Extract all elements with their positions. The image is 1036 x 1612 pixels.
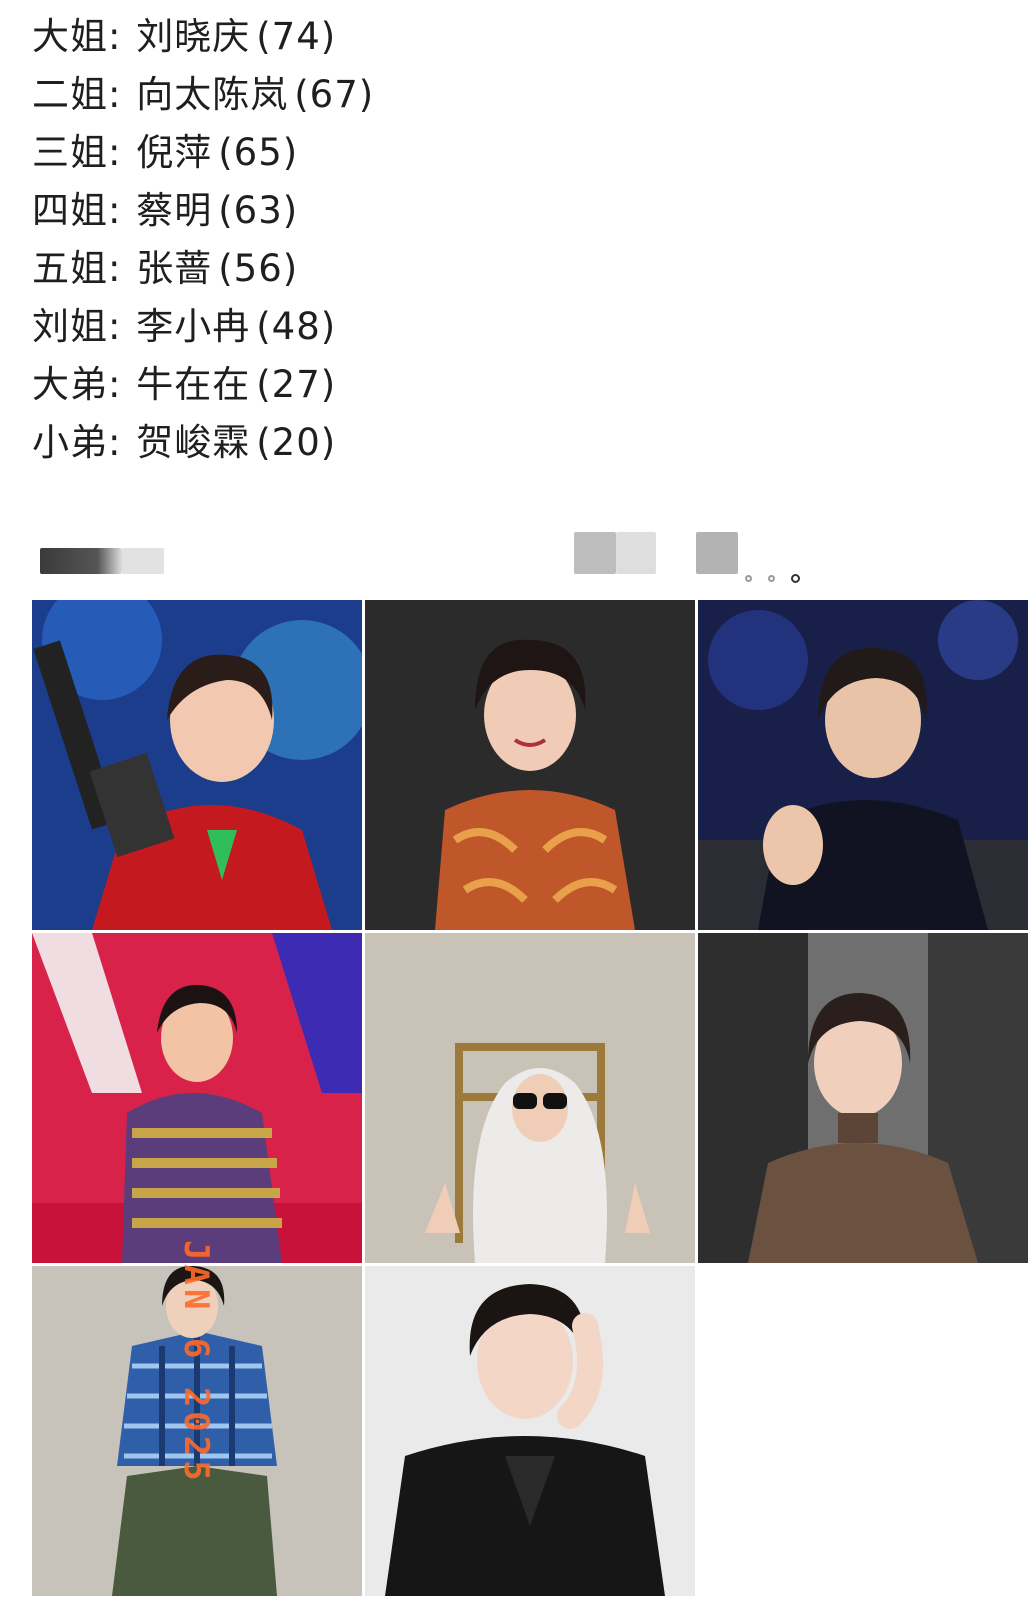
photo-tile[interactable]	[32, 600, 362, 930]
separator: :	[108, 15, 122, 58]
photo-image	[365, 1266, 695, 1596]
redacted-tag	[122, 548, 164, 574]
list-item: 大姐: 刘晓庆 (74)	[32, 8, 374, 66]
separator: :	[108, 305, 122, 348]
list-item: 四姐: 蔡明 (63)	[32, 182, 374, 240]
carousel-dot-active[interactable]	[791, 574, 800, 583]
role-label: 五姐	[32, 247, 108, 290]
person-age: (67)	[294, 73, 375, 116]
role-label: 三姐	[32, 131, 108, 174]
person-name: 李小冉	[136, 305, 251, 348]
separator: :	[108, 73, 122, 116]
role-label: 刘姐	[32, 305, 108, 348]
person-name: 张蔷	[136, 247, 213, 290]
photo-image	[32, 600, 362, 930]
carousel-indicator[interactable]	[745, 574, 800, 583]
date-stamp: JAN 6 2025	[176, 1240, 216, 1485]
role-label: 大姐	[32, 15, 108, 58]
person-age: (63)	[218, 189, 299, 232]
separator: :	[108, 189, 122, 232]
role-label: 小弟	[32, 421, 108, 464]
person-age: (27)	[256, 363, 337, 406]
separator: :	[108, 421, 122, 464]
person-age: (65)	[218, 131, 299, 174]
role-label: 大弟	[32, 363, 108, 406]
person-age: (74)	[256, 15, 337, 58]
redacted-block	[574, 532, 616, 574]
person-name: 倪萍	[136, 131, 213, 174]
redacted-block	[696, 532, 738, 574]
list-item: 二姐: 向太陈岚 (67)	[32, 66, 374, 124]
list-item: 小弟: 贺峻霖 (20)	[32, 414, 374, 472]
carousel-dot[interactable]	[745, 575, 752, 582]
photo-tile[interactable]	[365, 933, 695, 1263]
person-name: 向太陈岚	[136, 73, 289, 116]
carousel-dot[interactable]	[768, 575, 775, 582]
photo-image	[698, 600, 1028, 930]
redacted-username	[40, 548, 122, 574]
list-item: 刘姐: 李小冉 (48)	[32, 298, 374, 356]
photo-image	[32, 933, 362, 1263]
list-item: 五姐: 张蔷 (56)	[32, 240, 374, 298]
list-item: 三姐: 倪萍 (65)	[32, 124, 374, 182]
redacted-block	[616, 532, 656, 574]
role-label: 四姐	[32, 189, 108, 232]
role-label: 二姐	[32, 73, 108, 116]
photo-image	[365, 600, 695, 930]
separator: :	[108, 131, 122, 174]
family-list: 大姐: 刘晓庆 (74) 二姐: 向太陈岚 (67) 三姐: 倪萍 (65) 四姐: …	[32, 8, 374, 472]
photo-tile[interactable]	[365, 1266, 695, 1596]
separator: :	[108, 363, 122, 406]
person-name: 贺峻霖	[136, 421, 251, 464]
photo-tile[interactable]	[698, 933, 1028, 1263]
photo-tile[interactable]	[32, 933, 362, 1263]
photo-image	[365, 933, 695, 1263]
photo-tile[interactable]	[365, 600, 695, 930]
person-age: (56)	[218, 247, 299, 290]
person-name: 牛在在	[136, 363, 251, 406]
photo-image	[698, 933, 1028, 1263]
photo-tile[interactable]	[698, 600, 1028, 930]
person-age: (20)	[256, 421, 337, 464]
person-name: 刘晓庆	[136, 15, 251, 58]
separator: :	[108, 247, 122, 290]
person-age: (48)	[256, 305, 337, 348]
person-name: 蔡明	[136, 189, 213, 232]
list-item: 大弟: 牛在在 (27)	[32, 356, 374, 414]
